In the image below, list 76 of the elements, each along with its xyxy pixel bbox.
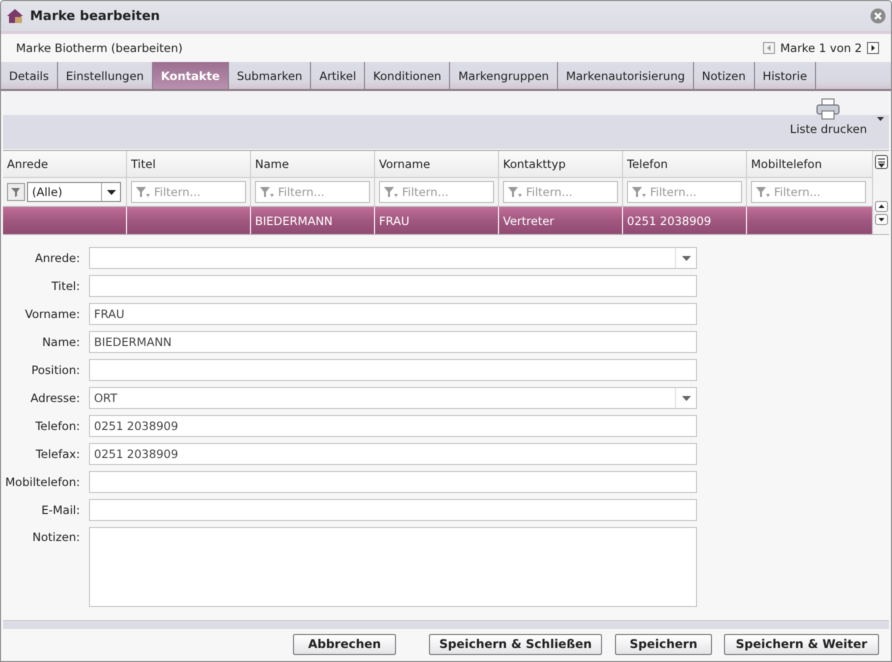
scroll-up-icon[interactable]	[874, 201, 888, 212]
dropdown-field[interactable]	[89, 247, 697, 269]
previous-icon[interactable]	[763, 42, 776, 54]
column-header[interactable]: Titel	[127, 151, 251, 177]
filter-icon	[755, 186, 771, 198]
filter-icon	[135, 186, 151, 198]
input-field[interactable]	[89, 275, 697, 297]
filter-icon	[507, 186, 523, 198]
dialog-button[interactable]: Speichern & Weiter	[724, 634, 879, 654]
filter-field[interactable]: Filtern...	[751, 181, 866, 203]
field-label: E-Mail:	[40, 503, 81, 517]
filter-field[interactable]: Filtern...	[627, 181, 742, 203]
house-icon	[6, 7, 24, 25]
table-cell: Vertreter	[503, 214, 554, 228]
field-label: Notizen:	[31, 529, 81, 544]
field-label: Mobiltelefon:	[4, 475, 81, 489]
table-cell: FRAU	[379, 214, 410, 228]
field-label: Anrede:	[34, 251, 81, 265]
window-title: Marke bearbeiten	[30, 8, 161, 24]
field-label: Telefon:	[34, 419, 81, 433]
input-field[interactable]	[89, 471, 697, 493]
scroll-down-icon[interactable]	[874, 214, 888, 225]
input-field[interactable]	[89, 499, 697, 521]
field-label: Name:	[41, 335, 81, 349]
field-label: Titel:	[50, 279, 81, 293]
filter-icon	[631, 186, 647, 198]
print-button[interactable]: Liste drucken	[790, 98, 867, 136]
printer-icon	[816, 98, 840, 120]
caret-icon	[682, 256, 690, 260]
column-chooser-icon[interactable]	[874, 155, 888, 169]
pager-label: Marke 1 von 2	[780, 41, 862, 55]
tab[interactable]: Historie	[754, 62, 816, 89]
close-icon[interactable]	[870, 8, 886, 24]
notes-field[interactable]	[89, 527, 697, 607]
input-field[interactable]: 0251 2038909	[89, 415, 697, 437]
input-field[interactable]: 0251 2038909	[89, 443, 697, 465]
tab[interactable]: Markengruppen	[450, 62, 558, 89]
column-header[interactable]: Telefon	[623, 151, 747, 177]
table-row[interactable]: BIEDERMANN FRAU Vertreter 0251 2038909	[3, 207, 872, 234]
filter-icon	[259, 186, 275, 198]
tab[interactable]: Artikel	[311, 62, 366, 89]
input-field[interactable]	[89, 359, 697, 381]
column-header[interactable]: Anrede	[3, 151, 127, 177]
tab[interactable]: Konditionen	[365, 62, 450, 89]
filter-icon[interactable]	[7, 183, 25, 201]
record-title: Marke Biotherm (bearbeiten)	[16, 41, 184, 55]
dropdown-field[interactable]: ORT	[89, 387, 697, 409]
filter-dropdown[interactable]: (Alle)	[27, 182, 121, 202]
dropdown-arrow-icon[interactable]	[877, 117, 884, 121]
column-header[interactable]: Kontakttyp	[499, 151, 623, 177]
filter-icon	[383, 186, 399, 198]
tab[interactable]: Markenautorisierung	[558, 62, 694, 89]
input-field[interactable]: FRAU	[89, 303, 697, 325]
filter-field[interactable]: Filtern...	[503, 181, 618, 203]
field-label: Position:	[30, 363, 81, 377]
dialog-button[interactable]: Speichern	[615, 634, 712, 654]
input-field[interactable]: BIEDERMANN	[89, 331, 697, 353]
caret-icon	[682, 396, 690, 400]
field-label: Adresse:	[30, 391, 81, 405]
column-header[interactable]: Mobiltelefon	[747, 151, 867, 177]
column-header[interactable]: Vorname	[375, 151, 499, 177]
tab[interactable]: Details	[1, 62, 58, 89]
dialog-button[interactable]: Speichern & Schließen	[429, 634, 602, 654]
field-label: Vorname:	[24, 307, 81, 321]
field-label: Telefax:	[34, 447, 81, 461]
caret-icon	[106, 190, 116, 194]
tab[interactable]: Submarken	[228, 62, 312, 89]
filter-field[interactable]: Filtern...	[379, 181, 494, 203]
dialog-button[interactable]: Abbrechen	[293, 634, 396, 654]
filter-field[interactable]: Filtern...	[255, 181, 370, 203]
tab[interactable]: Notizen	[694, 62, 755, 89]
table-cell: 0251 2038909	[627, 214, 712, 228]
filter-field[interactable]: Filtern...	[131, 181, 246, 203]
table-cell: BIEDERMANN	[255, 214, 333, 228]
column-header[interactable]: Name	[251, 151, 375, 177]
next-icon[interactable]	[867, 42, 879, 54]
